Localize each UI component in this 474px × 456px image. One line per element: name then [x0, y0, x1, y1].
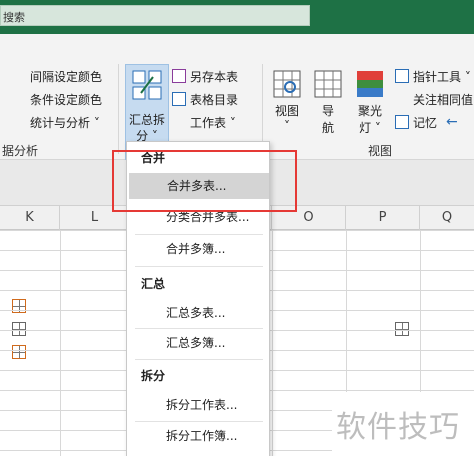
save-sheet-button[interactable]: 另存本表: [172, 66, 238, 86]
column-header-q[interactable]: Q: [420, 206, 474, 230]
back-arrow-icon[interactable]: ←: [446, 112, 458, 132]
summarize-split-icon: [132, 70, 162, 100]
menu-divider: [135, 421, 263, 422]
menu-item-summarize-sheets[interactable]: 汇总多表...: [128, 300, 268, 326]
condition-color-button[interactable]: 条件设定颜色: [12, 89, 103, 336]
spotlight-button-line2: 灯 ˅: [359, 121, 381, 135]
grid-line: [272, 230, 273, 456]
memory-icon: [395, 115, 409, 129]
title-bar: 搜索: [0, 0, 474, 34]
grid-line: [60, 230, 61, 456]
search-text: 搜索: [3, 11, 25, 24]
search-input[interactable]: 搜索: [0, 5, 310, 26]
data-analysis-group-label: 据分析: [2, 144, 39, 158]
statistics-analysis-button[interactable]: 统计与分析 ˅: [12, 112, 100, 359]
watermark-text: 软件技巧: [336, 410, 460, 445]
menu-divider: [135, 234, 263, 235]
view-icon: [272, 69, 302, 99]
split-button-line1: 汇总拆: [128, 113, 165, 127]
menu-item-merge-workbooks[interactable]: 合并多簿...: [128, 236, 268, 262]
sheet-directory-icon: [172, 92, 186, 106]
menu-divider: [135, 359, 263, 360]
worksheet-label: 工作表 ˅: [190, 115, 236, 130]
column-header-k[interactable]: K: [0, 206, 60, 230]
follow-same-value-label: 关注相同值: [413, 92, 474, 107]
group-divider: [118, 64, 119, 154]
navigation-button[interactable]: 导 航: [311, 69, 345, 136]
memory-label: 记忆: [413, 115, 438, 130]
statistics-analysis-label: 统计与分析 ˅: [30, 115, 100, 130]
menu-divider: [135, 328, 263, 329]
sheet-directory-button[interactable]: 表格目录: [172, 89, 238, 109]
menu-section-summary: 汇总: [141, 277, 166, 291]
annotation-highlight-box: [112, 150, 297, 212]
interval-color-button[interactable]: 间隔设定颜色: [12, 66, 103, 313]
navigation-icon: [313, 69, 343, 99]
save-sheet-icon: [172, 69, 186, 83]
follow-same-value-button[interactable]: 关注相同值: [395, 89, 474, 336]
view-button-line1: 视图: [274, 104, 299, 118]
worksheet-button[interactable]: 工作表 ˅: [172, 112, 236, 359]
menu-divider: [135, 266, 263, 267]
view-button[interactable]: 视图 ˅: [270, 69, 304, 133]
menu-item-split-worksheet[interactable]: 拆分工作表...: [128, 392, 268, 418]
spotlight-icon: [355, 69, 385, 99]
view-group-label: 视图: [368, 144, 393, 158]
menu-item-summarize-workbooks[interactable]: 汇总多簿...: [128, 330, 268, 356]
sheet-directory-label: 表格目录: [190, 92, 239, 107]
memory-button[interactable]: 记忆: [395, 112, 437, 132]
navigation-button-line2: 航: [321, 121, 334, 135]
menu-item-split-workbook[interactable]: 拆分工作簿...: [128, 423, 268, 449]
pointer-tool-button[interactable]: 指针工具 ˅: [395, 66, 471, 86]
navigation-button-line1: 导: [321, 104, 334, 118]
spotlight-button-line1: 聚光: [357, 104, 382, 118]
pointer-tool-label: 指针工具 ˅: [413, 69, 471, 84]
view-button-line2: ˅: [284, 119, 290, 133]
watermark: 软件技巧: [332, 392, 474, 456]
column-header-p[interactable]: P: [346, 206, 420, 230]
condition-color-label: 条件设定颜色: [30, 92, 103, 107]
save-sheet-label: 另存本表: [190, 69, 239, 84]
interval-color-label: 间隔设定颜色: [30, 69, 103, 84]
menu-section-split: 拆分: [141, 369, 166, 383]
spotlight-button[interactable]: 聚光 灯 ˅: [353, 69, 387, 136]
pointer-tool-icon: [395, 69, 409, 83]
